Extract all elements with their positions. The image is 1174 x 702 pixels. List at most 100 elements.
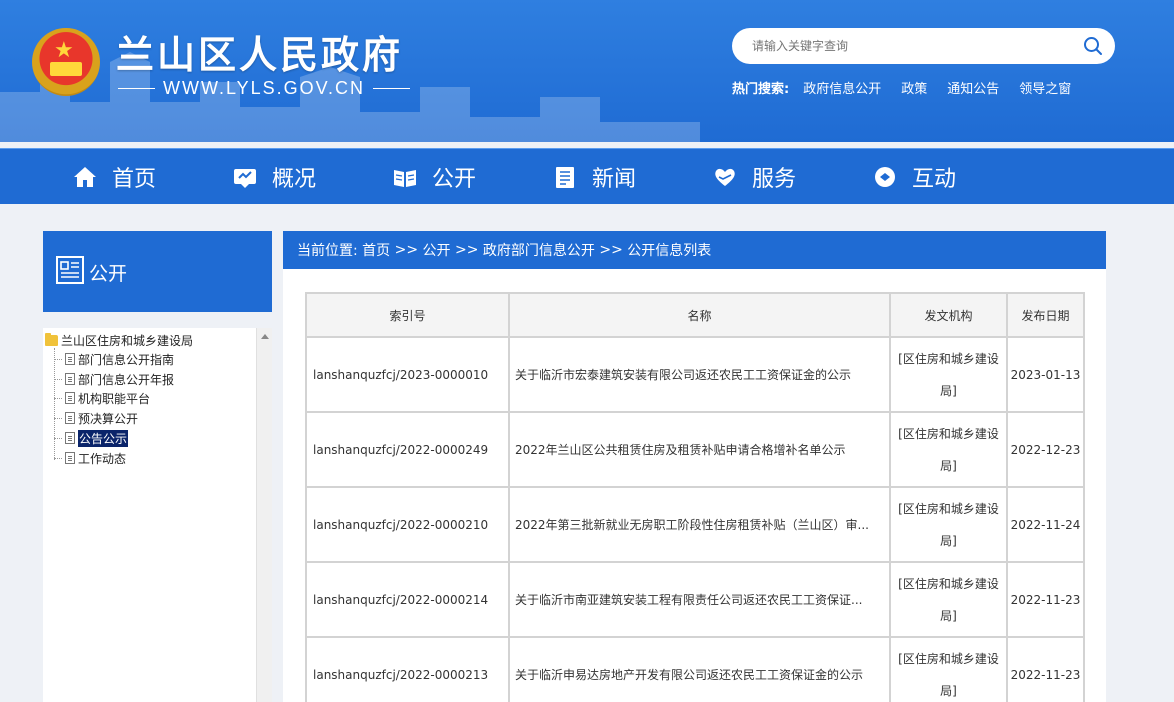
- tree-scrollbar[interactable]: [256, 328, 272, 702]
- row-org-line1: [区住房和城乡建设: [898, 426, 999, 441]
- row-org-line2: 局]: [940, 458, 957, 473]
- tree-item-label: 机构职能平台: [78, 391, 151, 406]
- row-org: [区住房和城乡建设 局]: [889, 411, 1008, 488]
- hot-link-notice[interactable]: 通知公告: [947, 78, 999, 97]
- tree-item-label: 部门信息公开年报: [78, 372, 175, 387]
- row-index: lanshanquzfcj/2022-0000214: [305, 561, 510, 638]
- search-box: [732, 28, 1115, 64]
- hot-search-label: 热门搜索:: [732, 82, 790, 97]
- info-table: 索引号 名称 发文机构 发布日期 lanshanquzfcj/2023-0000…: [305, 292, 1085, 702]
- row-org-line1: [区住房和城乡建设: [898, 501, 999, 516]
- breadcrumb-home[interactable]: 首页: [362, 240, 390, 260]
- nav-label: 首页: [112, 167, 157, 192]
- chat-icon: [875, 167, 895, 187]
- row-title-link[interactable]: 2022年兰山区公共租赁住房及租赁补贴申请合格增补名单公示: [508, 411, 891, 488]
- tree-item-announcements[interactable]: 公告公示: [54, 429, 129, 447]
- tree-item-label: 工作动态: [78, 451, 127, 466]
- site-url-text: WWW.LYLS.GOV.CN: [162, 78, 366, 98]
- hot-link-gov-info[interactable]: 政府信息公开: [803, 78, 881, 97]
- breadcrumb-separator: >>: [599, 242, 623, 258]
- sidebar-tree: 兰山区住房和城乡建设局 部门信息公开指南 部门信息公开年报 机构职能平台 预决算…: [43, 328, 272, 702]
- tree-item-guide[interactable]: 部门信息公开指南: [54, 350, 174, 368]
- row-title-link[interactable]: 2022年第三批新就业无房职工阶段性住房租赁补贴（兰山区）审...: [508, 486, 891, 563]
- nav-item-overview[interactable]: 概况: [232, 149, 316, 205]
- overview-icon: [234, 169, 256, 188]
- column-header-index: 索引号: [305, 292, 510, 338]
- table-row: lanshanquzfcj/2022-0000210 2022年第三批新就业无房…: [305, 486, 1085, 563]
- row-index: lanshanquzfcj/2022-0000210: [305, 486, 510, 563]
- column-header-org: 发文机构: [889, 292, 1008, 338]
- row-org-line2: 局]: [940, 608, 957, 623]
- document-icon: [65, 373, 75, 385]
- search-icon[interactable]: [1083, 36, 1103, 56]
- hot-search: 热门搜索: 政府信息公开 政策 通知公告 领导之窗: [732, 78, 1071, 97]
- row-title-link[interactable]: 关于临沂申易达房地产开发有限公司返还农民工工资保证金的公示: [508, 636, 891, 702]
- nav-label: 服务: [752, 167, 797, 192]
- hot-link-leaders[interactable]: 领导之窗: [1019, 78, 1071, 97]
- row-org: [区住房和城乡建设 局]: [889, 336, 1008, 413]
- tree-item-annual-report[interactable]: 部门信息公开年报: [54, 370, 174, 388]
- tree-root-label: 兰山区住房和城乡建设局: [61, 333, 194, 348]
- nav-label: 互动: [912, 167, 957, 192]
- row-date: 2022-11-24: [1006, 486, 1085, 563]
- nav-item-service[interactable]: 服务: [712, 149, 796, 205]
- sidebar-header: 公开: [43, 231, 272, 312]
- row-index: lanshanquzfcj/2022-0000213: [305, 636, 510, 702]
- row-org: [区住房和城乡建设 局]: [889, 486, 1008, 563]
- sidebar-title: 公开: [89, 263, 128, 285]
- row-org-line1: [区住房和城乡建设: [898, 651, 999, 666]
- breadcrumb-list[interactable]: 公开信息列表: [627, 240, 711, 260]
- tree-item-work-news[interactable]: 工作动态: [54, 449, 126, 467]
- tree-item-budget[interactable]: 预决算公开: [54, 409, 138, 427]
- nav-item-interact[interactable]: 互动: [872, 149, 956, 205]
- tree-item-label: 预决算公开: [78, 411, 139, 426]
- tree-item-label: 公告公示: [78, 429, 129, 447]
- row-title-link[interactable]: 关于临沂市宏泰建筑安装有限公司返还农民工工资保证金的公示: [508, 336, 891, 413]
- breadcrumb-separator: >>: [455, 242, 479, 258]
- document-icon: [65, 452, 75, 464]
- table-row: lanshanquzfcj/2022-0000213 关于临沂申易达房地产开发有…: [305, 636, 1085, 702]
- tree-root[interactable]: 兰山区住房和城乡建设局: [45, 331, 193, 349]
- row-date: 2022-11-23: [1006, 561, 1085, 638]
- document-icon: [65, 432, 75, 444]
- column-header-date: 发布日期: [1006, 292, 1085, 338]
- row-date: 2023-01-13: [1006, 336, 1085, 413]
- search-input[interactable]: [752, 28, 1072, 64]
- nav-item-home[interactable]: 首页: [72, 149, 156, 205]
- row-index: lanshanquzfcj/2022-0000249: [305, 411, 510, 488]
- breadcrumb-open[interactable]: 公开: [423, 240, 451, 260]
- row-org-line2: 局]: [940, 383, 957, 398]
- main-nav: 首页 概况 公开 新闻 服务 互动: [0, 148, 1174, 204]
- heart-hand-icon: [715, 168, 735, 186]
- book-icon: [394, 170, 416, 187]
- table-row: lanshanquzfcj/2023-0000010 关于临沂市宏泰建筑安装有限…: [305, 336, 1085, 413]
- row-org-line1: [区住房和城乡建设: [898, 576, 999, 591]
- nav-item-news[interactable]: 新闻: [552, 149, 636, 205]
- breadcrumb-separator: >>: [394, 242, 419, 258]
- breadcrumb-dept-info[interactable]: 政府部门信息公开: [483, 240, 595, 260]
- row-date: 2022-12-23: [1006, 411, 1085, 488]
- scroll-up-arrow-icon[interactable]: [261, 334, 269, 339]
- table-header-row: 索引号 名称 发文机构 发布日期: [305, 292, 1085, 338]
- nav-item-open[interactable]: 公开: [392, 149, 476, 205]
- breadcrumb-prefix: 当前位置:: [297, 243, 358, 259]
- table-row: lanshanquzfcj/2022-0000214 关于临沂市南亚建筑安装工程…: [305, 561, 1085, 638]
- content-panel: 索引号 名称 发文机构 发布日期 lanshanquzfcj/2023-0000…: [283, 269, 1106, 702]
- row-date: 2022-11-23: [1006, 636, 1085, 702]
- document-icon: [65, 392, 75, 404]
- nav-label: 新闻: [592, 167, 637, 192]
- site-header: ★ 兰山区人民政府 WWW.LYLS.GOV.CN 热门搜索: 政府信息公开 政…: [0, 0, 1174, 142]
- column-header-title: 名称: [508, 292, 891, 338]
- nav-label: 公开: [432, 167, 477, 192]
- document-icon: [65, 353, 75, 365]
- table-row: lanshanquzfcj/2022-0000249 2022年兰山区公共租赁住…: [305, 411, 1085, 488]
- nav-label: 概况: [272, 167, 317, 192]
- tree-item-label: 部门信息公开指南: [78, 352, 175, 367]
- tree-item-functions[interactable]: 机构职能平台: [54, 389, 150, 407]
- breadcrumb: 当前位置: 首页 >> 公开 >> 政府部门信息公开 >> 公开信息列表: [283, 231, 1106, 269]
- row-org: [区住房和城乡建设 局]: [889, 636, 1008, 702]
- row-title-link[interactable]: 关于临沂市南亚建筑安装工程有限责任公司返还农民工工资保证...: [508, 561, 891, 638]
- home-icon: [74, 167, 96, 187]
- hot-link-policy[interactable]: 政策: [901, 78, 927, 97]
- news-icon: [556, 167, 574, 188]
